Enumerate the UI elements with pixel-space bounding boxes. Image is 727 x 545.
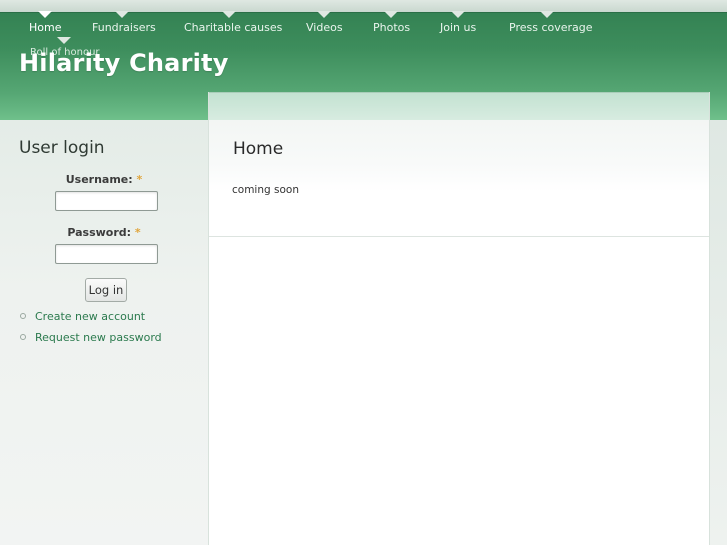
content-top-bar xyxy=(209,92,709,121)
nav-item-videos[interactable]: Videos xyxy=(306,11,343,42)
title-area xyxy=(209,120,709,192)
nav-label[interactable]: Photos xyxy=(373,21,410,34)
required-marker: * xyxy=(136,173,143,186)
content-divider xyxy=(209,236,709,237)
nav-label[interactable]: Join us xyxy=(440,21,476,34)
request-password-link-text[interactable]: Request new password xyxy=(35,331,162,344)
nav-indicator-icon xyxy=(114,11,129,18)
required-marker: * xyxy=(134,226,141,239)
sidebar: User login Username: * Password: * Log i… xyxy=(0,120,208,545)
nav-indicator-icon xyxy=(316,11,331,18)
right-gutter xyxy=(710,120,727,545)
page-title: Home xyxy=(233,139,284,159)
site-name[interactable]: Hilarity Charity xyxy=(19,49,229,77)
nav-indicator-icon xyxy=(57,37,71,44)
nav-indicator-icon xyxy=(221,11,236,18)
nav-indicator-icon xyxy=(383,11,398,18)
nav-item-press-coverage[interactable]: Press coverage xyxy=(509,11,593,42)
nav-item-photos[interactable]: Photos xyxy=(373,11,410,42)
nav-item-join-us[interactable]: Join us xyxy=(440,11,476,42)
username-label: Username: * xyxy=(0,173,208,186)
nav-label[interactable]: Fundraisers xyxy=(92,21,156,34)
nav-label[interactable]: Home xyxy=(29,21,61,34)
user-login-title: User login xyxy=(19,138,105,158)
bullet-icon xyxy=(20,313,26,319)
page-body: coming soon xyxy=(232,184,299,196)
nav-indicator-icon xyxy=(451,11,465,18)
nav-item-fundraisers[interactable]: Fundraisers xyxy=(92,11,156,42)
password-label-text: Password: xyxy=(67,226,132,239)
nav-label[interactable]: Press coverage xyxy=(509,21,593,34)
username-input[interactable] xyxy=(55,191,158,211)
nav-item-home[interactable]: Home xyxy=(29,11,61,42)
nav-indicator-icon xyxy=(37,11,52,18)
password-label: Password: * xyxy=(0,226,208,239)
login-button[interactable]: Log in xyxy=(85,278,127,302)
username-label-text: Username: xyxy=(65,173,133,186)
create-account-link-text[interactable]: Create new account xyxy=(35,310,145,323)
password-input[interactable] xyxy=(55,244,158,264)
nav-item-charitable-causes[interactable]: Charitable causes xyxy=(184,11,282,42)
main-content: Home coming soon xyxy=(208,92,710,545)
nav-label[interactable]: Charitable causes xyxy=(184,21,282,34)
bullet-icon xyxy=(20,334,26,340)
nav-indicator-icon xyxy=(540,11,554,18)
nav-label[interactable]: Videos xyxy=(306,21,343,34)
